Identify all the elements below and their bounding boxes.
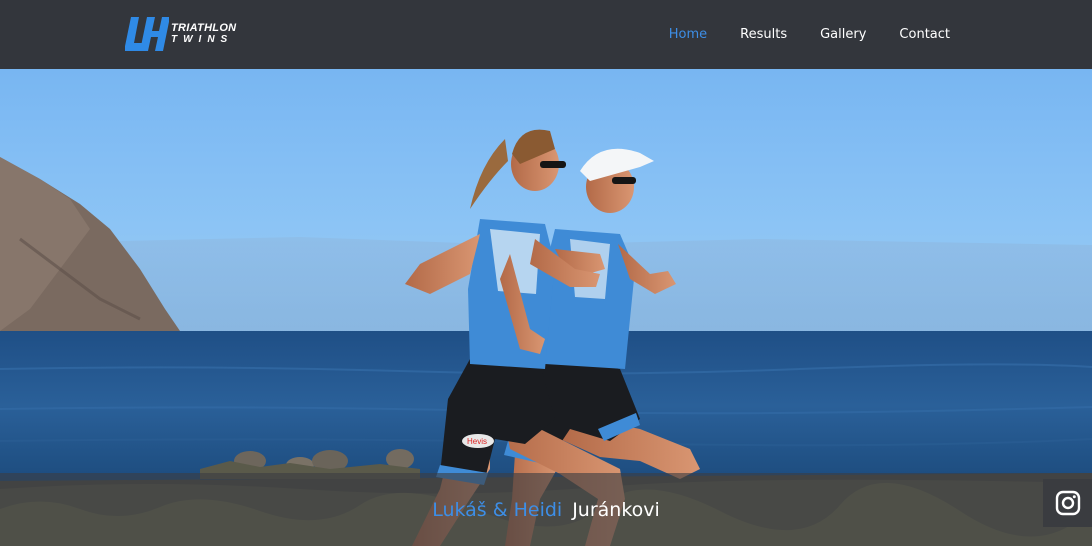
svg-text:Hevis: Hevis xyxy=(467,437,487,446)
nav-contact-link[interactable]: Contact xyxy=(899,27,950,42)
nav-gallery-link[interactable]: Gallery xyxy=(820,27,866,42)
logo-text-twins: TWINS xyxy=(171,34,234,45)
instagram-button[interactable] xyxy=(1043,479,1092,527)
instagram-icon xyxy=(1055,490,1080,516)
site-logo[interactable]: TRIATHLON TWINS xyxy=(125,15,236,53)
hero-caption: Lukáš & Heidi Juránkovi xyxy=(0,499,1092,521)
nav-results-link[interactable]: Results xyxy=(740,27,787,42)
main-nav: Home Results Gallery Contact xyxy=(636,0,950,69)
top-navbar: TRIATHLON TWINS Home Results Gallery Con… xyxy=(0,0,1092,69)
nav-home-link[interactable]: Home xyxy=(669,27,707,42)
lh-logo-icon xyxy=(125,17,169,51)
caption-first-names: Lukáš & Heidi xyxy=(432,499,563,521)
caption-surname: Juránkovi xyxy=(572,499,660,521)
logo-text-triathlon: TRIATHLON xyxy=(171,22,237,34)
